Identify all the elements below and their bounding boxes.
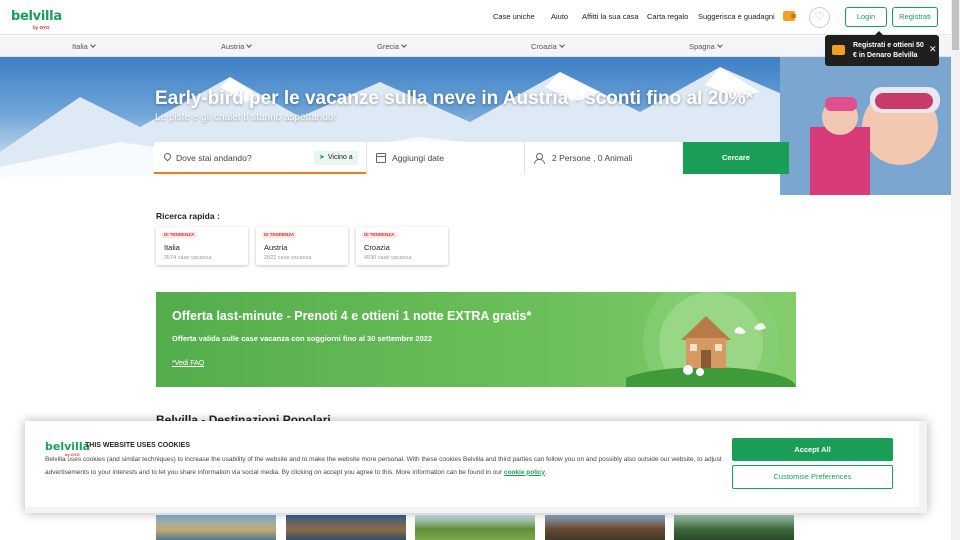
search-bar: Dove stai andando? ➤ Vicino a Aggiungi da… — [154, 142, 789, 174]
quick-search-card-austria[interactable]: DI TENDENZA Austria 2022 case vacanza — [256, 227, 348, 265]
chevron-down-icon — [246, 42, 253, 48]
nav-carta-regalo[interactable]: Carta regalo — [647, 12, 688, 21]
card-name: Austria — [264, 243, 288, 252]
nav-affitti[interactable]: Affitti la sua casa — [582, 12, 639, 21]
search-button[interactable]: Cercare — [683, 142, 789, 174]
country-croazia[interactable]: Croazia — [531, 42, 565, 51]
date-field[interactable]: Aggiungi date — [366, 142, 524, 174]
guests-value: 2 Persone , 0 Animali — [552, 153, 633, 163]
destination-image[interactable] — [674, 515, 794, 540]
promo-text: Registrati e ottieni 50 € in Denaro Belv… — [853, 42, 924, 59]
destination-image[interactable] — [286, 515, 406, 540]
quick-search-card-italia[interactable]: DI TENDENZA Italia 3574 case vacanza — [156, 227, 248, 265]
offer-banner[interactable]: Offerta last-minute - Prenoti 4 e ottien… — [156, 292, 796, 387]
trending-badge: DI TENDENZA — [162, 232, 197, 238]
card-name: Croazia — [364, 243, 390, 252]
trending-badge: DI TENDENZA — [362, 232, 397, 238]
offer-title: Offerta last-minute - Prenoti 4 e ottien… — [172, 309, 532, 323]
near-me-label: Vicino a — [327, 154, 353, 161]
country-label: Spagna — [689, 42, 715, 51]
country-grecia[interactable]: Grecia — [377, 42, 407, 51]
accept-all-button[interactable]: Accept All — [732, 438, 893, 461]
chevron-down-icon — [90, 42, 96, 48]
chevron-down-icon — [401, 42, 407, 48]
hero-title: Early-bird per le vacanze sulla neve in … — [155, 88, 753, 109]
wallet-icon — [832, 45, 845, 55]
hero-banner: Early-bird per le vacanze sulla neve in … — [0, 57, 951, 195]
cookie-scrollbar-horizontal[interactable] — [25, 507, 919, 513]
country-label: Croazia — [531, 42, 557, 51]
chevron-down-icon — [559, 42, 565, 48]
customise-preferences-button[interactable]: Customise Preferences — [732, 465, 893, 489]
calendar-icon — [376, 153, 386, 163]
logo-oyo: OYO — [39, 25, 50, 30]
promo-tooltip: Registrati e ottieni 50 € in Denaro Belv… — [825, 31, 939, 66]
login-button[interactable]: Login — [845, 7, 887, 27]
cookie-policy-link[interactable]: cookie policy — [504, 469, 545, 476]
destination-image[interactable] — [415, 515, 535, 540]
navigation-arrow-icon: ➤ — [319, 154, 325, 161]
destination-image[interactable] — [156, 515, 276, 540]
cookie-period: . — [545, 468, 547, 476]
chevron-down-icon — [717, 42, 723, 48]
nav-case-uniche[interactable]: Case uniche — [493, 12, 535, 21]
register-button[interactable]: Registrati — [892, 7, 938, 27]
nav-suggerisca[interactable]: Suggerisca e guadagni — [698, 12, 775, 21]
cookie-text: Belvilla uses cookies (and similar techn… — [45, 454, 735, 479]
near-me-button[interactable]: ➤ Vicino a — [314, 151, 358, 165]
hero-subtitle: Le piste e gli chalet ti stanno aspettan… — [155, 112, 337, 123]
card-name: Italia — [164, 243, 180, 252]
cookie-banner: belvilla by OYO THIS WEBSITE USES COOKIE… — [25, 421, 927, 513]
country-austria[interactable]: Austria — [221, 42, 253, 51]
country-spagna[interactable]: Spagna — [689, 42, 723, 51]
house-illustration — [626, 292, 796, 387]
card-count: 4530 case vacanza — [364, 255, 412, 261]
quick-search-title: Ricerca rapida : — [156, 211, 220, 221]
cookie-title: THIS WEBSITE USES COOKIES — [85, 442, 191, 449]
country-label: Italia — [72, 42, 88, 51]
favorites-heart-icon[interactable]: ♡ — [809, 7, 830, 28]
destination-image[interactable] — [545, 515, 665, 540]
belvilla-logo[interactable]: belvilla by OYO — [11, 9, 62, 30]
mountain-scene-image — [0, 57, 951, 195]
offer-subtitle: Offerta valida sulle case vacanza con so… — [172, 334, 433, 343]
people-icon — [534, 153, 545, 164]
cookie-body: Belvilla uses cookies (and similar techn… — [45, 456, 722, 476]
quick-search-card-croazia[interactable]: DI TENDENZA Croazia 4530 case vacanza — [356, 227, 448, 265]
date-placeholder: Aggiungi date — [392, 153, 444, 163]
country-label: Grecia — [377, 42, 400, 51]
destination-placeholder: Dove stai andando? — [176, 153, 252, 163]
faq-link[interactable]: *Vedi FAQ — [172, 360, 204, 367]
country-label: Austria — [221, 42, 245, 51]
card-count: 3574 case vacanza — [164, 255, 212, 261]
destination-field[interactable]: Dove stai andando? ➤ Vicino a — [154, 142, 366, 174]
close-icon[interactable]: ✕ — [929, 44, 937, 55]
cookie-scrollbar-vertical[interactable] — [919, 421, 927, 513]
country-italia[interactable]: Italia — [72, 42, 96, 51]
wallet-icon[interactable] — [783, 11, 796, 21]
site-header: belvilla by OYO Case uniche Aiuto Affitt… — [0, 0, 951, 35]
country-bar: Italia Austria Grecia Croazia Spagna — [0, 36, 951, 57]
nav-aiuto[interactable]: Aiuto — [551, 12, 568, 21]
guests-field[interactable]: 2 Persone , 0 Animali — [524, 142, 683, 174]
scrollbar-thumb[interactable] — [952, 0, 959, 50]
card-count: 2022 case vacanza — [264, 255, 312, 261]
page-scrollbar[interactable] — [951, 0, 960, 540]
location-pin-icon — [162, 151, 173, 162]
trending-badge: DI TENDENZA — [262, 232, 297, 238]
belvilla-logo: belvilla by OYO — [45, 440, 91, 457]
